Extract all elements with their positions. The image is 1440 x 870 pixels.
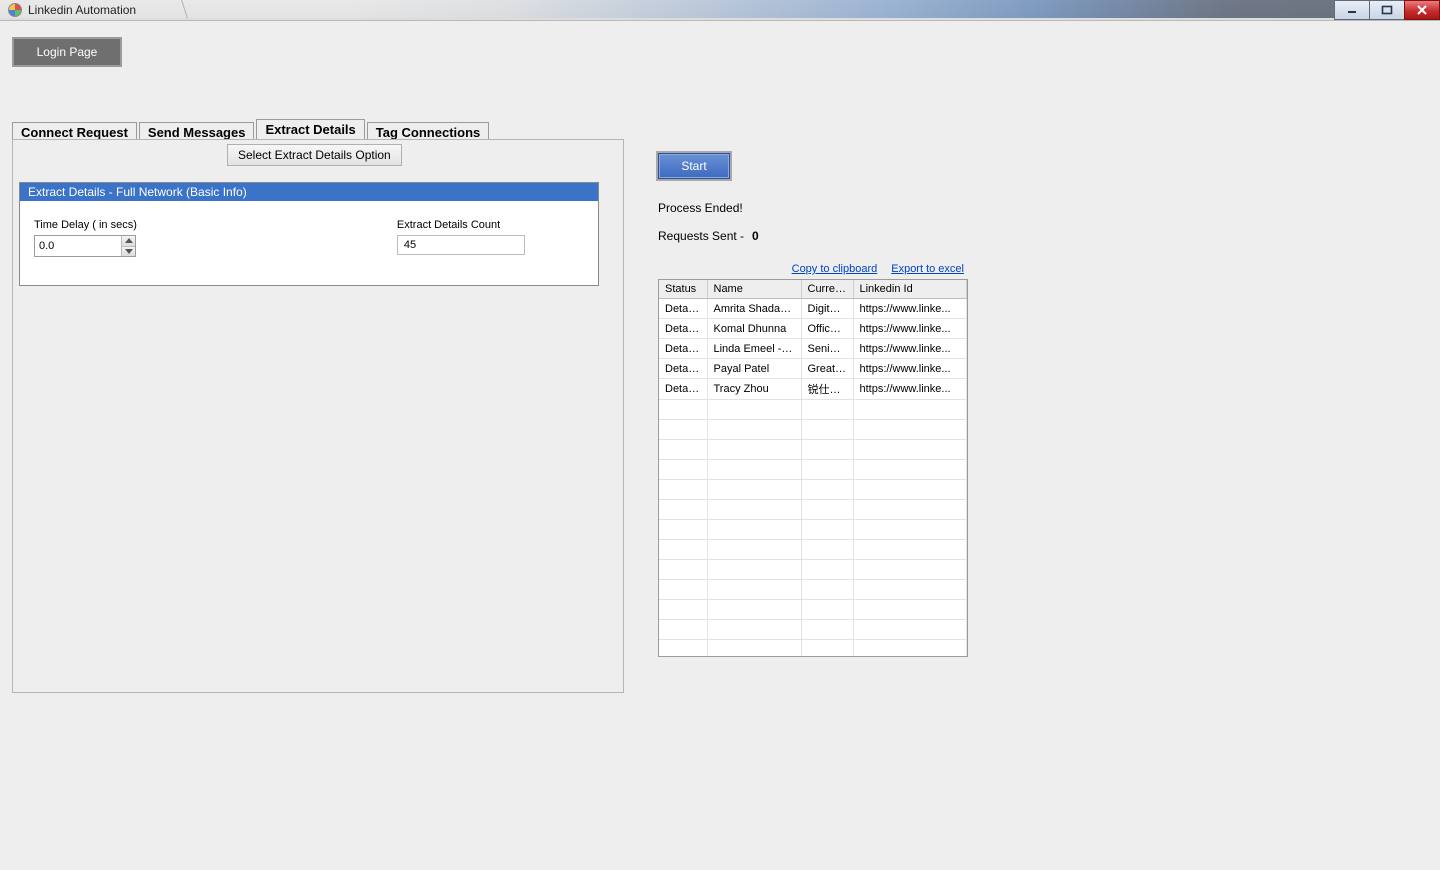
- requests-sent-label: Requests Sent -: [658, 229, 744, 243]
- time-delay-input[interactable]: [35, 236, 121, 256]
- tab-label: Extract Details: [265, 122, 355, 137]
- app-icon: [8, 3, 22, 17]
- col-status[interactable]: Status: [659, 280, 707, 299]
- cell-name: Tracy Zhou: [707, 379, 801, 400]
- table-row-empty: [659, 620, 967, 640]
- table-row-empty: [659, 500, 967, 520]
- table-row-empty: [659, 480, 967, 500]
- cell-current: Office Co...: [801, 319, 853, 339]
- cell-current: Digital St...: [801, 299, 853, 319]
- results-table: Status Name Current ... Linkedin Id Deta…: [659, 280, 967, 657]
- tab-label: Send Messages: [148, 125, 246, 140]
- cell-name: Komal Dhunna: [707, 319, 801, 339]
- table-row[interactable]: Details ...Payal Patel​Great att...https…: [659, 359, 967, 379]
- requests-sent-line: Requests Sent - 0: [658, 229, 968, 243]
- window-title: Linkedin Automation: [28, 3, 136, 17]
- table-row-empty: [659, 580, 967, 600]
- cell-name: Payal Patel: [707, 359, 801, 379]
- cell-link: https://www.linke...: [853, 339, 967, 359]
- close-button[interactable]: [1404, 0, 1440, 20]
- basic-info-header: Extract Details - Full Network (Basic In…: [20, 183, 598, 201]
- cell-status: Details ...: [659, 339, 707, 359]
- cell-status: Details ...: [659, 359, 707, 379]
- start-label: Start: [681, 159, 706, 173]
- table-row[interactable]: Details ...Tracy Zhou锐仕方达-...https://www…: [659, 379, 967, 400]
- maximize-button[interactable]: [1369, 0, 1405, 20]
- title-left: Linkedin Automation: [0, 0, 144, 20]
- table-row-empty: [659, 560, 967, 580]
- table-row-empty: [659, 420, 967, 440]
- table-row-empty: [659, 640, 967, 658]
- cell-current: ​Great att...: [801, 359, 853, 379]
- results-panel: Start Process Ended! Requests Sent - 0 C…: [642, 139, 984, 693]
- login-page-button[interactable]: Login Page: [12, 37, 122, 67]
- results-grid[interactable]: Status Name Current ... Linkedin Id Deta…: [658, 279, 968, 657]
- close-icon: [1416, 5, 1428, 15]
- login-page-label: Login Page: [37, 45, 98, 59]
- table-row-empty: [659, 600, 967, 620]
- export-to-excel-link[interactable]: Export to excel: [891, 263, 964, 275]
- basic-info-group: Extract Details - Full Network (Basic In…: [19, 182, 599, 286]
- cell-link: https://www.linke...: [853, 299, 967, 319]
- count-label: Extract Details Count: [397, 219, 525, 231]
- table-header-row: Status Name Current ... Linkedin Id: [659, 280, 967, 299]
- export-links: Copy to clipboard Export to excel: [658, 263, 968, 275]
- app-body: Login Page Connect Request Send Messages…: [0, 21, 1440, 870]
- requests-sent-value: 0: [752, 229, 759, 243]
- select-extract-option-label: Select Extract Details Option: [238, 148, 391, 162]
- extract-details-panel: Select Extract Details Option Extract De…: [12, 139, 624, 693]
- cell-current: Senior H...: [801, 339, 853, 359]
- title-bar: Linkedin Automation: [0, 0, 1440, 21]
- spinner-buttons: [121, 236, 135, 256]
- table-row[interactable]: Details ...Komal DhunnaOffice Co...https…: [659, 319, 967, 339]
- cell-status: Details ...: [659, 319, 707, 339]
- maximize-icon: [1381, 5, 1393, 15]
- col-name[interactable]: Name: [707, 280, 801, 299]
- cell-status: Details ...: [659, 299, 707, 319]
- cell-status: Details ...: [659, 379, 707, 400]
- cell-link: https://www.linke...: [853, 319, 967, 339]
- time-delay-spinner[interactable]: [34, 235, 136, 257]
- col-current[interactable]: Current ...: [801, 280, 853, 299]
- table-row-empty: [659, 520, 967, 540]
- chevron-up-icon: [125, 238, 133, 243]
- cell-current: 锐仕方达-...: [801, 379, 853, 400]
- table-row-empty: [659, 460, 967, 480]
- spinner-up[interactable]: [122, 236, 135, 247]
- process-status: Process Ended!: [658, 201, 968, 215]
- time-delay-col: Time Delay ( in secs): [34, 219, 137, 257]
- chevron-down-icon: [125, 249, 133, 254]
- table-row[interactable]: Details ...Amrita ShadangiDigital St...h…: [659, 299, 967, 319]
- minimize-icon: [1346, 5, 1358, 15]
- table-row[interactable]: Details ...Linda Emeel - ORA...Senior H.…: [659, 339, 967, 359]
- start-button[interactable]: Start: [658, 153, 730, 179]
- col-linkedin[interactable]: Linkedin Id: [853, 280, 967, 299]
- table-row-empty: [659, 440, 967, 460]
- cell-link: https://www.linke...: [853, 359, 967, 379]
- titlebar-gloss: [0, 0, 1440, 18]
- table-row-empty: [659, 400, 967, 420]
- copy-to-clipboard-link[interactable]: Copy to clipboard: [792, 263, 878, 275]
- cell-link: https://www.linke...: [853, 379, 967, 400]
- window-button-group: [1335, 0, 1440, 20]
- tab-label: Connect Request: [21, 125, 128, 140]
- spinner-down[interactable]: [122, 247, 135, 257]
- minimize-button[interactable]: [1334, 0, 1370, 20]
- cell-name: Linda Emeel - ORA...: [707, 339, 801, 359]
- select-extract-option-button[interactable]: Select Extract Details Option: [227, 144, 402, 166]
- cell-name: Amrita Shadangi: [707, 299, 801, 319]
- window-frame: Linkedin Automation Login Page: [0, 0, 1440, 870]
- count-input[interactable]: [397, 235, 525, 255]
- table-row-empty: [659, 540, 967, 560]
- tab-label: Tag Connections: [376, 125, 480, 140]
- param-row: Time Delay ( in secs): [20, 201, 598, 257]
- time-delay-label: Time Delay ( in secs): [34, 219, 137, 231]
- count-col: Extract Details Count: [397, 219, 525, 257]
